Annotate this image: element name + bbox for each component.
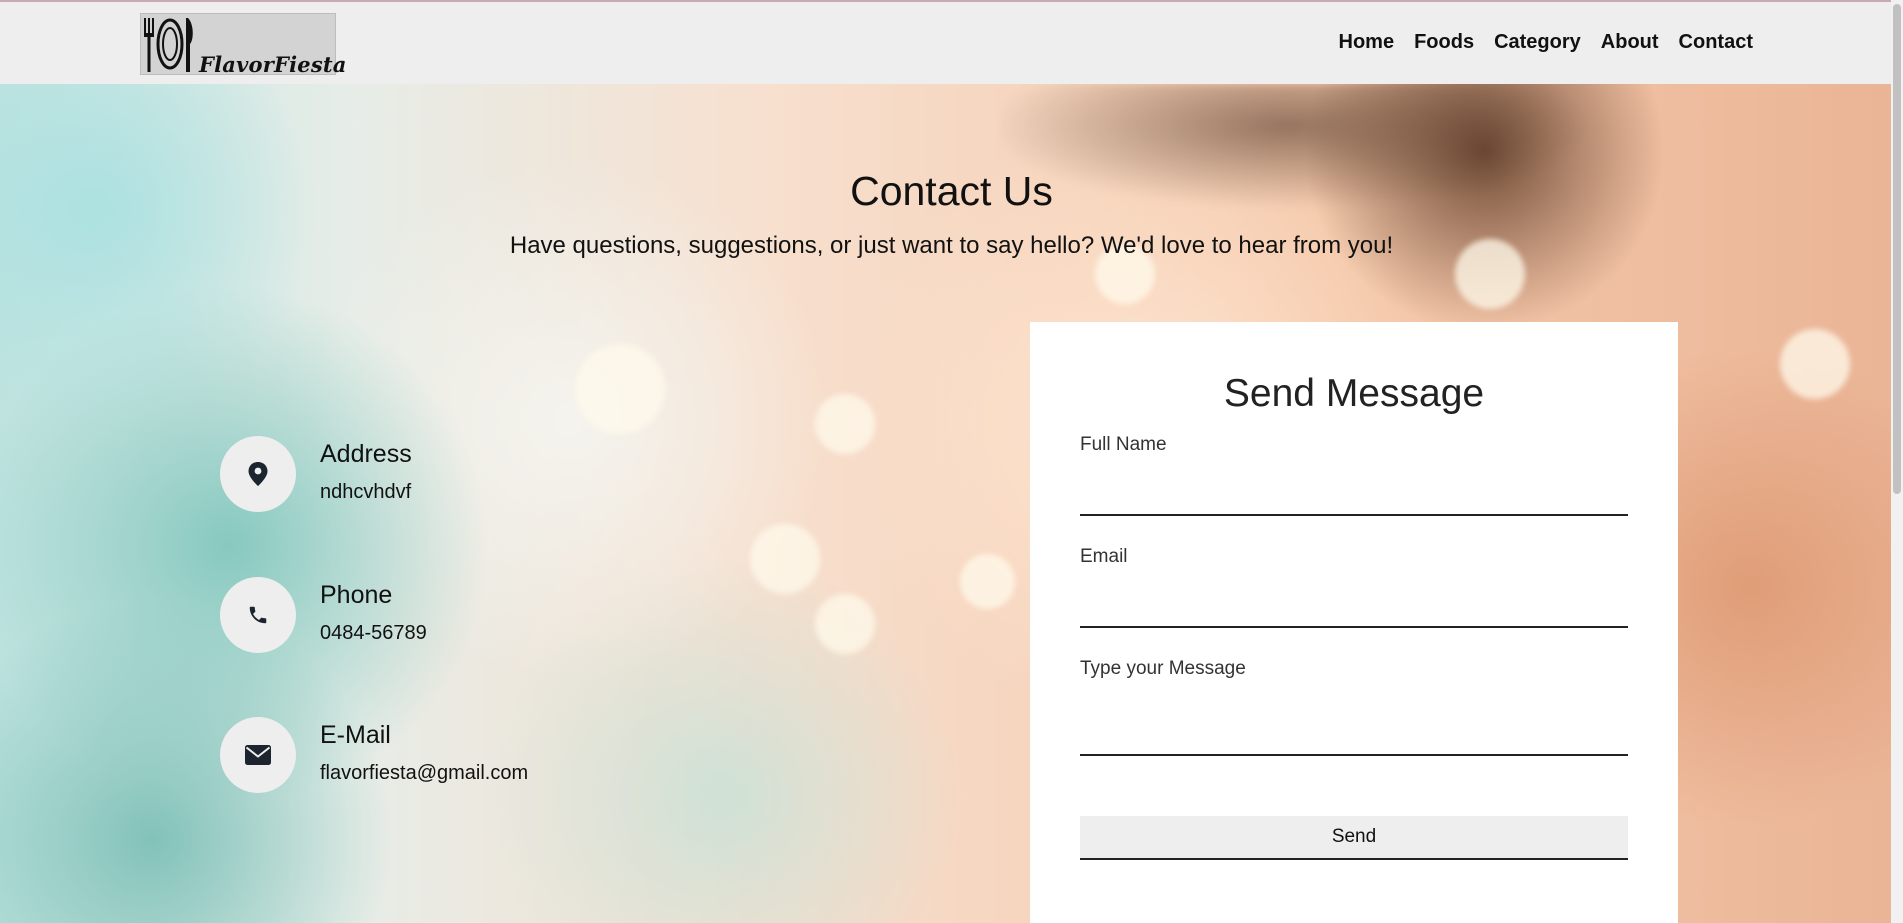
map-pin-icon bbox=[248, 462, 268, 486]
brand-logo[interactable]: FlavorFiesta bbox=[140, 13, 346, 77]
send-button[interactable]: Send bbox=[1080, 816, 1628, 860]
bokeh-light bbox=[815, 394, 875, 454]
full-name-input[interactable] bbox=[1080, 472, 1628, 516]
page-scrollbar[interactable] bbox=[1891, 0, 1903, 923]
page-subtitle: Have questions, suggestions, or just wan… bbox=[509, 232, 1394, 259]
bokeh-light bbox=[960, 554, 1015, 609]
nav-foods[interactable]: Foods bbox=[1414, 31, 1474, 54]
bokeh-light bbox=[750, 524, 820, 594]
message-label: Type your Message bbox=[1080, 658, 1246, 679]
nav-about[interactable]: About bbox=[1601, 31, 1659, 54]
email-icon-circle bbox=[220, 717, 296, 793]
address-label: Address bbox=[320, 440, 412, 468]
brand-name: FlavorFiesta bbox=[199, 52, 347, 77]
main-nav: Home Foods Category About Contact bbox=[1339, 31, 1754, 54]
phone-label: Phone bbox=[320, 581, 393, 609]
plate-fork-knife-icon bbox=[144, 18, 193, 72]
envelope-icon bbox=[245, 745, 271, 765]
nav-home[interactable]: Home bbox=[1339, 31, 1395, 54]
send-message-card: Send Message Full Name Email Type your M… bbox=[1030, 322, 1678, 923]
email-label: E-Mail bbox=[320, 721, 391, 749]
bokeh-light bbox=[815, 594, 875, 654]
email-field-label: Email bbox=[1080, 546, 1128, 567]
bokeh-light bbox=[575, 344, 665, 434]
email-value: flavorfiesta@gmail.com bbox=[320, 762, 529, 784]
bokeh-light bbox=[1780, 329, 1850, 399]
email-input[interactable] bbox=[1080, 584, 1628, 628]
navbar: FlavorFiesta Home Foods Category About C… bbox=[0, 0, 1903, 84]
full-name-label: Full Name bbox=[1080, 434, 1167, 455]
address-value: ndhcvhdvf bbox=[320, 481, 412, 503]
address-icon-circle bbox=[220, 436, 296, 512]
phone-value: 0484-56789 bbox=[320, 622, 427, 644]
phone-icon-circle bbox=[220, 577, 296, 653]
message-textarea[interactable] bbox=[1080, 692, 1628, 756]
nav-category[interactable]: Category bbox=[1494, 31, 1581, 54]
nav-contact[interactable]: Contact bbox=[1679, 31, 1753, 54]
form-title: Send Message bbox=[1223, 372, 1485, 415]
phone-icon bbox=[249, 606, 267, 624]
scrollbar-thumb[interactable] bbox=[1893, 4, 1901, 494]
page-title: Contact Us bbox=[850, 168, 1053, 214]
